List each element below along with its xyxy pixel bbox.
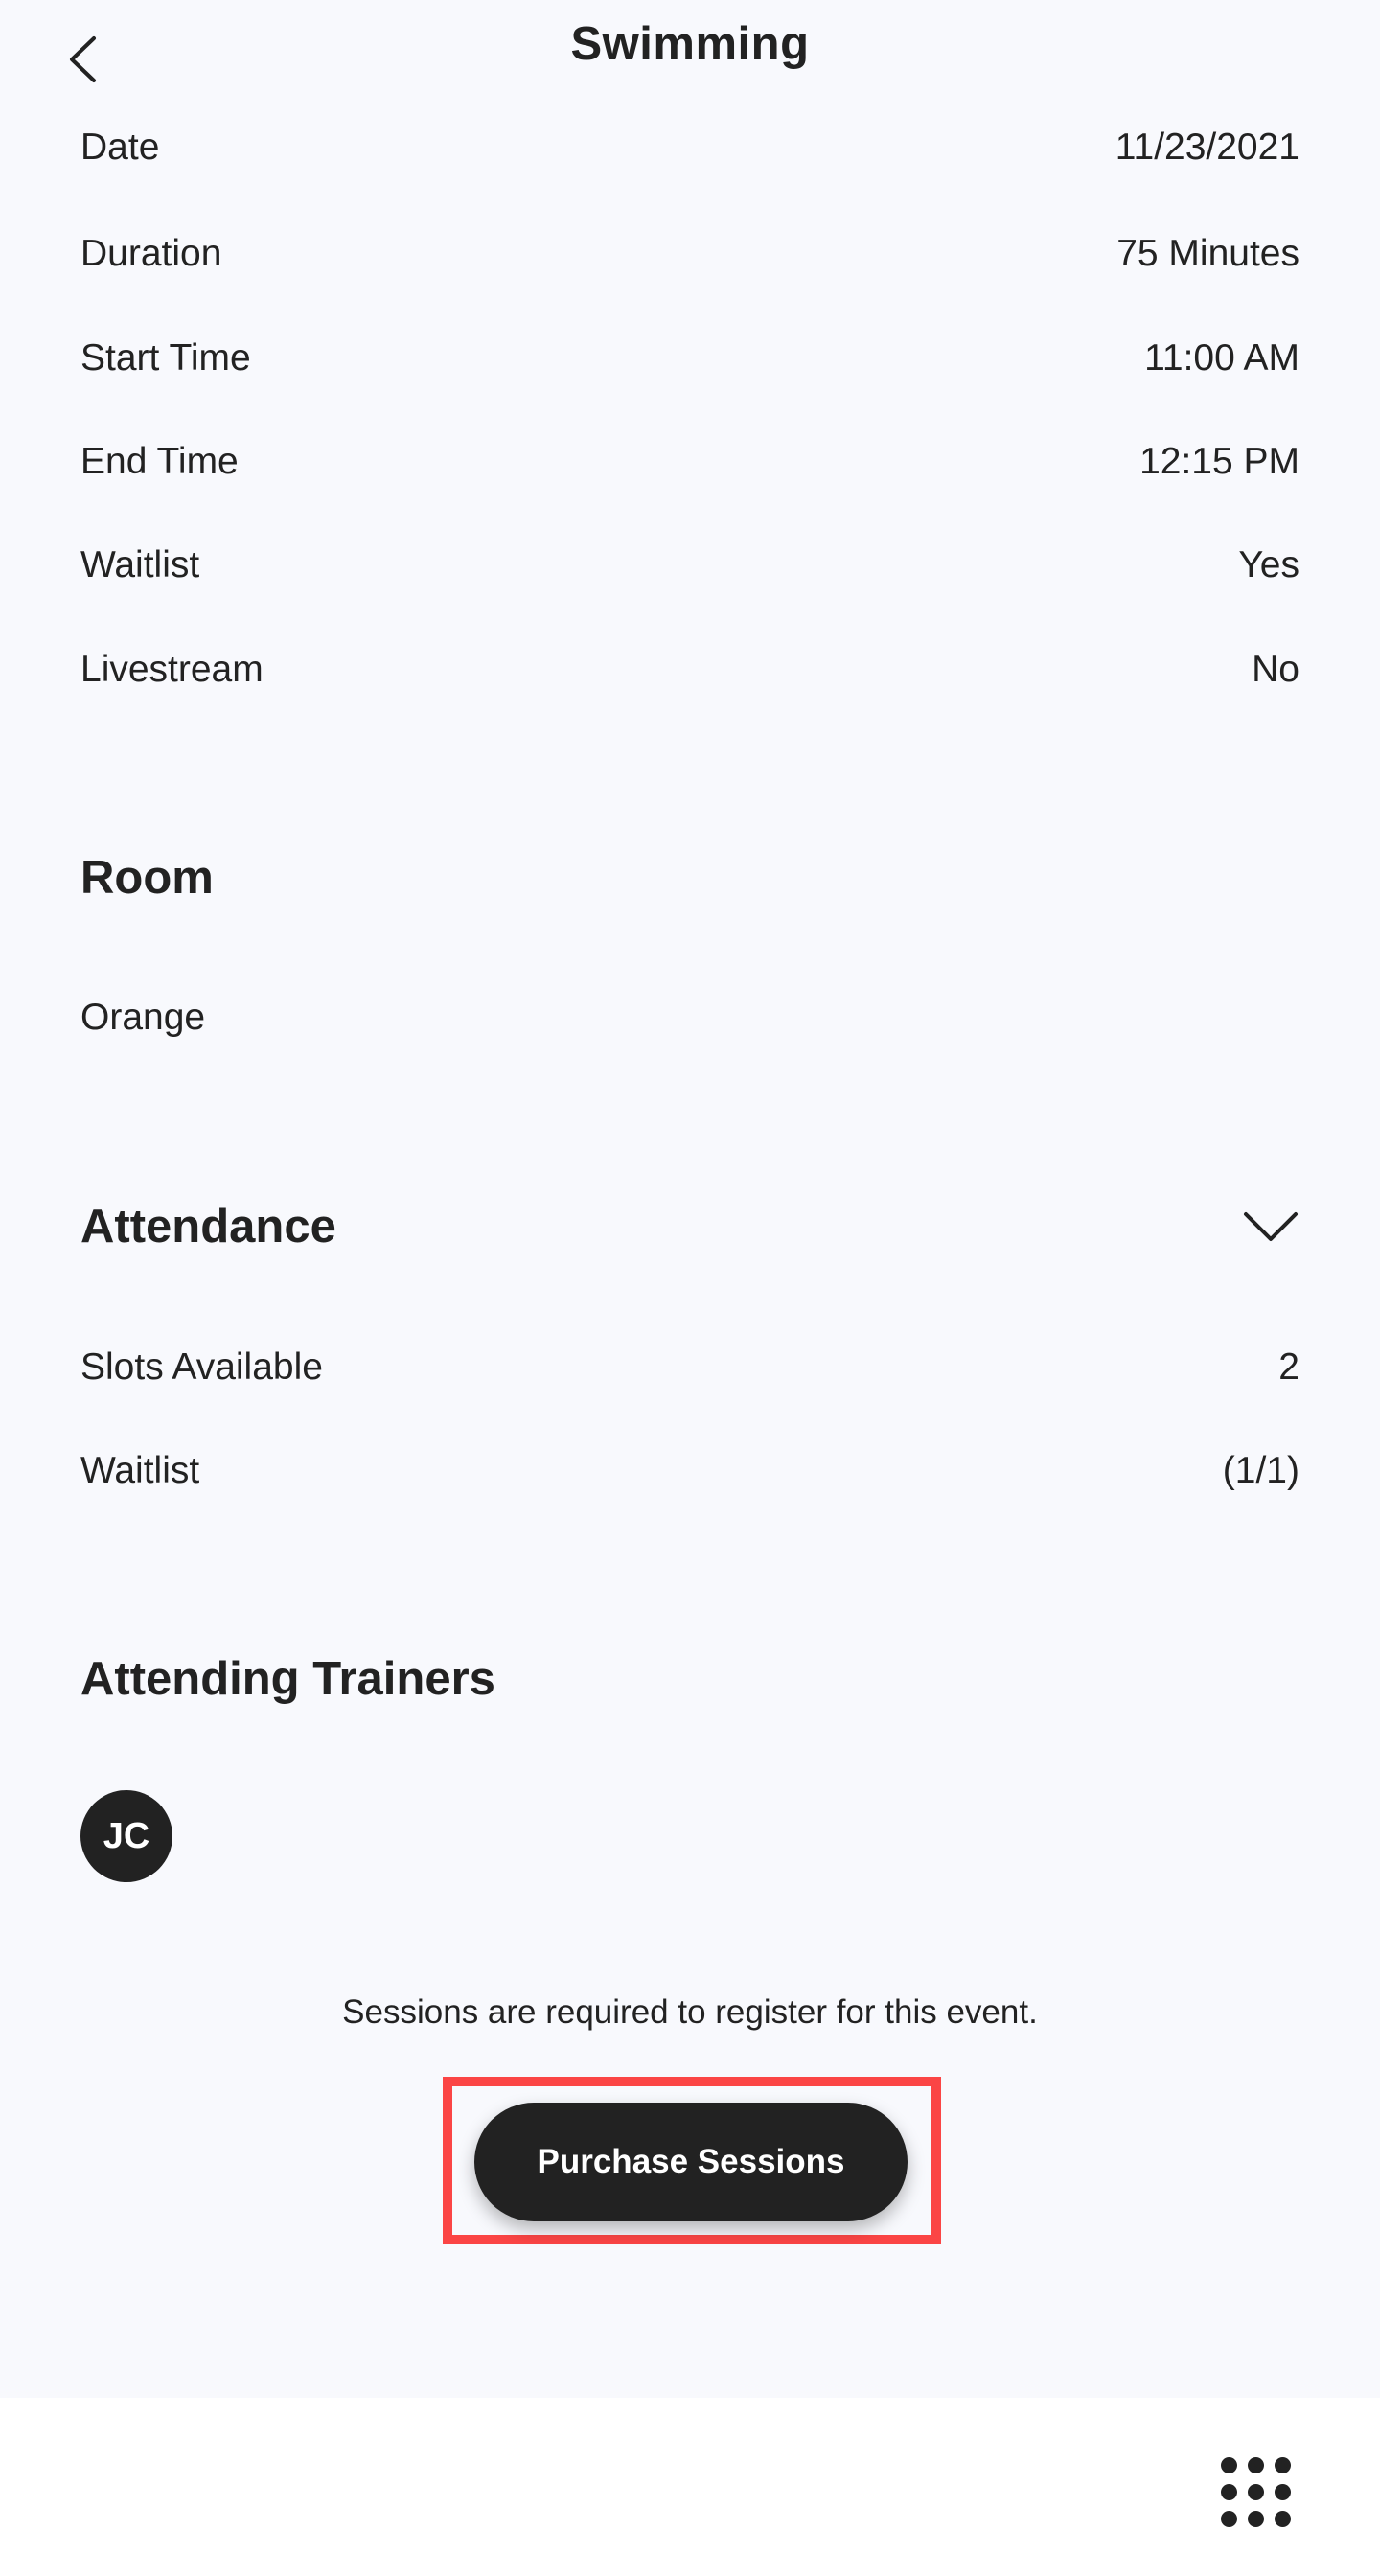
detail-row-livestream: Livestream No (80, 649, 1300, 691)
detail-value: 12:15 PM (1139, 441, 1300, 482)
detail-row-duration: Duration 75 Minutes (80, 233, 1300, 275)
detail-row-waitlist: Waitlist Yes (80, 544, 1300, 586)
purchase-sessions-button[interactable]: Purchase Sessions (474, 2103, 908, 2221)
attendance-label: Slots Available (80, 1346, 323, 1388)
room-value: Orange (80, 997, 206, 1038)
detail-row-end-time: End Time 12:15 PM (80, 441, 1300, 483)
sessions-required-notice: Sessions are required to register for th… (342, 1993, 1038, 2031)
detail-label: Start Time (80, 337, 251, 379)
detail-label: Duration (80, 233, 222, 274)
detail-label: Date (80, 126, 160, 168)
bottom-bar (0, 2398, 1380, 2576)
grid-dots-icon[interactable] (1221, 2457, 1292, 2528)
attending-trainers-heading: Attending Trainers (80, 1653, 495, 1705)
page-title: Swimming (570, 18, 810, 70)
attendance-value: 2 (1278, 1346, 1300, 1388)
detail-row-date: Date 11/23/2021 (80, 126, 1300, 169)
detail-label: End Time (80, 441, 239, 482)
detail-row-start-time: Start Time 11:00 AM (80, 337, 1300, 380)
detail-value: No (1252, 649, 1300, 690)
chevron-down-icon[interactable] (1242, 1209, 1300, 1244)
attendance-row-waitlist: Waitlist (1/1) (80, 1450, 1300, 1492)
detail-label: Livestream (80, 649, 264, 690)
attendance-row-slots: Slots Available 2 (80, 1346, 1300, 1389)
detail-label: Waitlist (80, 544, 200, 586)
attendance-label: Waitlist (80, 1450, 200, 1491)
event-details-scroll[interactable]: Date 11/23/2021 Duration 75 Minutes Star… (0, 0, 1380, 2396)
attendance-value: (1/1) (1222, 1450, 1300, 1491)
top-bar: Swimming (0, 0, 1380, 105)
detail-value: Yes (1238, 544, 1300, 586)
detail-value: 11/23/2021 (1115, 126, 1300, 168)
detail-value: 75 Minutes (1116, 233, 1300, 274)
trainer-avatar[interactable]: JC (80, 1790, 172, 1882)
room-heading: Room (80, 852, 214, 904)
detail-value: 11:00 AM (1144, 337, 1300, 379)
attendance-heading: Attendance (80, 1201, 336, 1253)
